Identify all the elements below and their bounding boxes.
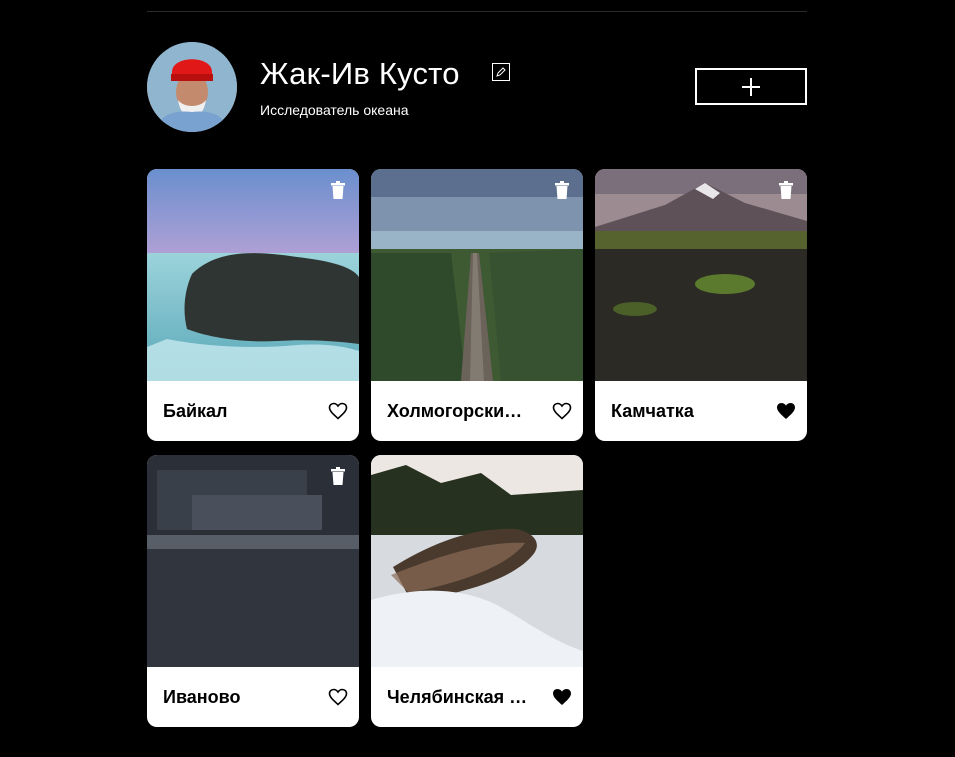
heart-filled-icon <box>553 689 571 705</box>
trash-icon[interactable] <box>330 181 346 199</box>
plus-icon <box>742 77 760 96</box>
like-button[interactable] <box>328 688 348 706</box>
card-image[interactable] <box>371 455 583 667</box>
like-button[interactable] <box>552 402 572 420</box>
snowy-river-scene <box>371 455 583 667</box>
card-footer: Байкал <box>147 381 359 441</box>
card-kamchatka: Камчатка <box>595 169 807 441</box>
city-scene <box>147 455 359 667</box>
card-baikal: Байкал <box>147 169 359 441</box>
heart-outline-icon <box>328 402 348 420</box>
trash-icon[interactable] <box>554 181 570 199</box>
card-image[interactable] <box>147 169 359 381</box>
card-footer: Холмогорски… <box>371 381 583 441</box>
card-ivanovo: Иваново <box>147 455 359 727</box>
card-image[interactable] <box>147 455 359 667</box>
card-chelyabinsk: Челябинская … <box>371 455 583 727</box>
profile-about: Исследователь океана <box>260 102 409 118</box>
card-footer: Иваново <box>147 667 359 727</box>
card-title: Камчатка <box>611 400 694 421</box>
card-title: Иваново <box>163 686 241 707</box>
avatar-image <box>147 42 237 132</box>
card-image[interactable] <box>595 169 807 381</box>
add-card-button[interactable] <box>695 68 807 105</box>
like-button[interactable] <box>552 688 572 706</box>
card-title: Холмогорски… <box>387 400 523 421</box>
volcano-scene <box>595 169 807 381</box>
card-image[interactable] <box>371 169 583 381</box>
like-button[interactable] <box>776 402 796 420</box>
card-footer: Челябинская … <box>371 667 583 727</box>
trash-icon[interactable] <box>330 467 346 485</box>
card-title: Байкал <box>163 400 228 421</box>
pencil-icon <box>496 67 506 77</box>
top-divider <box>147 11 807 12</box>
card-kholmogorsky: Холмогорски… <box>371 169 583 441</box>
profile-name: Жак-Ив Кусто <box>260 56 460 91</box>
card-title: Челябинская … <box>387 686 528 707</box>
baikal-scene <box>147 169 359 381</box>
like-button[interactable] <box>328 402 348 420</box>
heart-outline-icon <box>328 688 348 706</box>
card-footer: Камчатка <box>595 381 807 441</box>
heart-outline-icon <box>552 402 572 420</box>
edit-profile-button[interactable] <box>492 63 510 81</box>
railway-scene <box>371 169 583 381</box>
avatar[interactable] <box>147 42 237 132</box>
trash-icon[interactable] <box>778 181 794 199</box>
cards-grid: Байкал Холмогорски… Камчатка Иваново Чел… <box>147 169 808 727</box>
profile-section: Жак-Ив Кусто Исследователь океана <box>147 42 807 134</box>
heart-filled-icon <box>777 403 795 419</box>
